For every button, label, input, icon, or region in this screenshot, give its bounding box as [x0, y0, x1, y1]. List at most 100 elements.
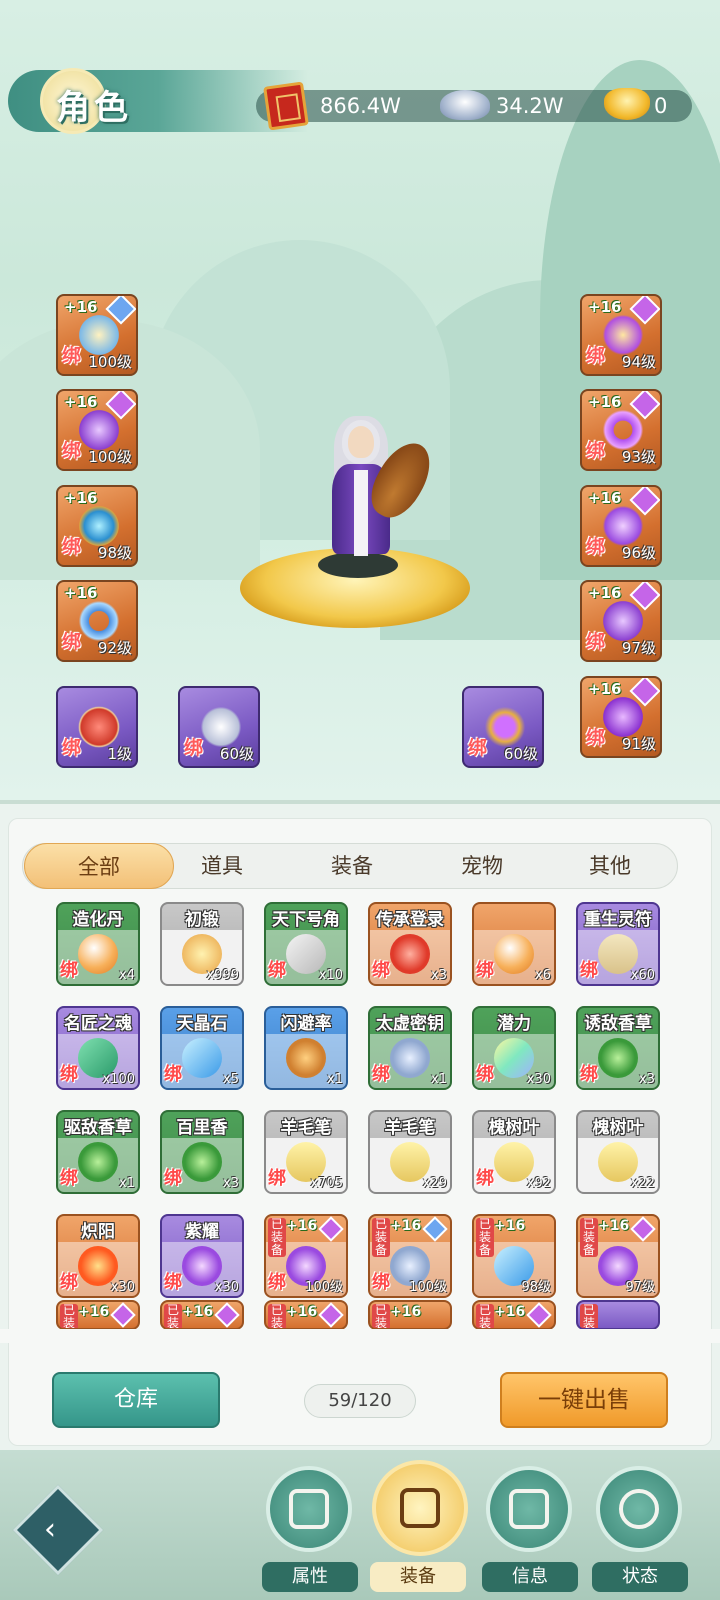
item-quantity: x3 — [223, 1176, 239, 1191]
enhance-level: +16 — [64, 298, 98, 316]
inventory-item[interactable]: 槐树叶绑 x92 — [472, 1110, 556, 1194]
item-name: 羊毛笔 — [384, 1118, 436, 1138]
equip-slot[interactable]: +16 绑 100级 — [56, 294, 138, 376]
inventory-item[interactable]: 闪避率 x1 — [264, 1006, 348, 1090]
equip-slot[interactable]: +16 绑 93级 — [580, 389, 662, 471]
item-quantity: x10 — [318, 968, 343, 983]
inventory-item[interactable]: 天下号角绑 x10 — [264, 902, 348, 986]
inventory-item[interactable]: 炽阳绑 x30 — [56, 1214, 140, 1298]
tab-equipment[interactable]: 装备 — [282, 843, 422, 889]
character-sash — [354, 470, 368, 556]
equipped-badge: 已装备 — [580, 1218, 598, 1257]
item-quantity: x4 — [119, 968, 135, 983]
character-head — [342, 420, 380, 464]
inventory-item[interactable]: 槐树叶 x22 — [576, 1110, 660, 1194]
enhance-level: +16 — [588, 680, 622, 698]
item-quantity: x705 — [310, 1176, 343, 1191]
inventory-item[interactable]: 已装备 +16 98级 — [472, 1214, 556, 1298]
inventory-item[interactable]: 百里香绑 x3 — [160, 1110, 244, 1194]
equip-slot[interactable]: +16 绑 94级 — [580, 294, 662, 376]
inventory-item[interactable]: 已装备 +16 97级 — [576, 1214, 660, 1298]
equip-slot[interactable]: +16 绑 96级 — [580, 485, 662, 567]
tab-items[interactable]: 道具 — [152, 843, 292, 889]
equip-slot[interactable]: +16 绑 92级 — [56, 580, 138, 662]
equip-slot[interactable]: +16 绑 97级 — [580, 580, 662, 662]
equipped-badge: 已装备 — [476, 1304, 494, 1328]
item-quantity: x100 — [102, 1072, 135, 1087]
bound-label: 绑 — [268, 1168, 286, 1189]
inventory-item[interactable]: 绑 x6 — [472, 902, 556, 986]
inventory-item[interactable]: 紫耀绑 x30 — [160, 1214, 244, 1298]
inventory-item[interactable]: 已装备+16 — [472, 1300, 556, 1330]
inventory-item[interactable]: 羊毛笔 x29 — [368, 1110, 452, 1194]
nav-yin-yang-button[interactable] — [596, 1466, 682, 1552]
inventory-item[interactable]: 造化丹绑 x4 — [56, 902, 140, 986]
equip-slot[interactable]: +16 绑 98级 — [56, 485, 138, 567]
inventory-item[interactable]: 已装备 +16 绑 100级 — [264, 1214, 348, 1298]
inventory-item[interactable]: 诱敌香草绑 x3 — [576, 1006, 660, 1090]
inventory-item[interactable]: 已装备 +16 绑 100级 — [368, 1214, 452, 1298]
grid-clip — [0, 1329, 720, 1343]
gem-icon — [214, 1302, 240, 1328]
inventory-item[interactable]: 天晶石绑 x5 — [160, 1006, 244, 1090]
item-level: 91级 — [621, 735, 656, 753]
inventory-item[interactable]: 初锻 x999 — [160, 902, 244, 986]
nav-letter-button[interactable] — [486, 1466, 572, 1552]
item-quantity: x3 — [639, 1072, 655, 1087]
equip-slot[interactable]: 绑 60级 — [178, 686, 260, 768]
sell-all-button[interactable]: 一键出售 — [500, 1372, 668, 1428]
inventory-item[interactable]: 已装备 — [576, 1300, 660, 1330]
inventory-item[interactable]: 驱敌香草绑 x1 — [56, 1110, 140, 1194]
inventory-item[interactable]: 羊毛笔绑 x705 — [264, 1110, 348, 1194]
equipped-badge: 已装备 — [476, 1218, 494, 1257]
nav-scroll-button[interactable] — [266, 1466, 352, 1552]
nav-sword-button[interactable] — [372, 1460, 468, 1556]
bound-label: 绑 — [372, 960, 390, 981]
inventory-item[interactable]: 太虚密钥绑 x1 — [368, 1006, 452, 1090]
item-quantity: x30 — [526, 1072, 551, 1087]
bound-label: 绑 — [268, 1272, 286, 1293]
inventory-item[interactable]: 重生灵符绑 x60 — [576, 902, 660, 986]
bound-label: 绑 — [62, 440, 82, 462]
bound-label: 绑 — [164, 1168, 182, 1189]
inventory-item[interactable]: 潜力绑 x30 — [472, 1006, 556, 1090]
enhance-level: +16 — [64, 584, 98, 602]
tab-other[interactable]: 其他 — [540, 843, 680, 889]
banknote-icon — [263, 81, 309, 131]
scroll-icon — [289, 1489, 329, 1529]
item-quantity: x30 — [214, 1280, 239, 1295]
item-quantity: x999 — [206, 968, 239, 983]
warehouse-button[interactable]: 仓库 — [52, 1372, 220, 1428]
item-level: 98级 — [97, 544, 132, 562]
equipped-badge: 已装备 — [580, 1304, 598, 1328]
tab-pets[interactable]: 宠物 — [412, 843, 552, 889]
equip-slot[interactable]: +16 绑 91级 — [580, 676, 662, 758]
bound-label: 绑 — [164, 1272, 182, 1293]
equip-slot[interactable]: 绑 60级 — [462, 686, 544, 768]
equip-slot[interactable]: 绑 1级 — [56, 686, 138, 768]
item-name: 造化丹 — [72, 910, 124, 930]
gold-amount: 0 — [654, 94, 668, 118]
inventory-item[interactable]: 已装备+16 — [368, 1300, 452, 1330]
nav-label: 装备 — [370, 1562, 466, 1592]
bound-label: 绑 — [372, 1064, 390, 1085]
key-icon — [390, 1038, 430, 1078]
bound-label: 绑 — [62, 536, 82, 558]
item-name: 羊毛笔 — [280, 1118, 332, 1138]
enhance-level: +16 — [78, 1304, 110, 1320]
cake-icon — [286, 1038, 326, 1078]
item-quantity: x5 — [223, 1072, 239, 1087]
item-name: 百里香 — [176, 1118, 228, 1138]
bound-label: 绑 — [476, 960, 494, 981]
enhance-level: +16 — [390, 1304, 422, 1320]
inventory-item[interactable]: 已装备+16 — [56, 1300, 140, 1330]
item-name: 天下号角 — [272, 910, 340, 930]
item-quantity: 100级 — [305, 1280, 343, 1295]
sword-icon — [400, 1488, 440, 1528]
equip-slot[interactable]: +16 绑 100级 — [56, 389, 138, 471]
inventory-item[interactable]: 已装备+16 — [264, 1300, 348, 1330]
inventory-item[interactable]: 已装备+16 — [160, 1300, 244, 1330]
inventory-item[interactable]: 传承登录绑 x3 — [368, 902, 452, 986]
inventory-item[interactable]: 名匠之魂绑 x100 — [56, 1006, 140, 1090]
herb-icon — [598, 1038, 638, 1078]
